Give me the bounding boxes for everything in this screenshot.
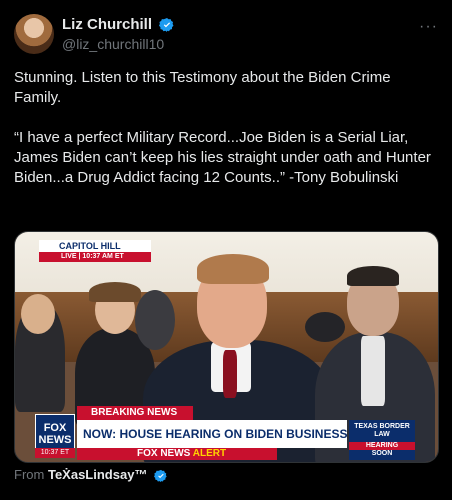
avatar[interactable] xyxy=(14,14,54,54)
attribution: From TeẊasLindsay™ xyxy=(14,467,168,483)
from-label: From xyxy=(14,467,45,482)
handle[interactable]: @liz_churchill10 xyxy=(62,36,175,52)
more-options-icon[interactable]: ··· xyxy=(419,18,438,36)
post-text: Stunning. Listen to this Testimony about… xyxy=(14,68,438,188)
news-lower-third: FOX NEWS 10:37 ET BREAKING NEWS NOW: HOU… xyxy=(15,400,438,462)
fox-time-label: 10:37 ET xyxy=(35,448,75,458)
post-text-line: “I have a perfect Military Record...Joe … xyxy=(14,129,431,186)
side-title: TEXAS BORDER LAW xyxy=(354,423,410,438)
alert-word: ALERT xyxy=(192,448,227,459)
side-hearing: HEARING xyxy=(349,442,415,450)
from-name[interactable]: TeẊasLindsay™ xyxy=(48,467,147,482)
verified-badge-icon xyxy=(159,17,174,32)
display-name[interactable]: Liz Churchill xyxy=(62,16,152,33)
verified-badge-icon xyxy=(154,469,167,482)
capitol-hill-bug: CAPITOL HILL LIVE | 10:37 AM ET xyxy=(39,240,151,262)
headline-banner: NOW: HOUSE HEARING ON BIDEN BUSINESS DEA… xyxy=(77,420,347,448)
live-time-label: LIVE | 10:37 AM ET xyxy=(39,252,151,262)
post-header: Liz Churchill @liz_churchill10 ··· xyxy=(14,14,438,58)
breaking-news-label: BREAKING NEWS xyxy=(77,406,193,420)
capitol-hill-label: CAPITOL HILL xyxy=(39,240,151,252)
author-info: Liz Churchill @liz_churchill10 xyxy=(62,16,175,52)
side-soon: SOON xyxy=(371,450,393,457)
alert-brand: FOX NEWS xyxy=(137,448,191,459)
video-player[interactable]: CAPITOL HILL LIVE | 10:37 AM ET FOX NEWS… xyxy=(14,231,439,463)
post-card[interactable]: Liz Churchill @liz_churchill10 ··· Stunn… xyxy=(0,0,452,500)
side-promo: TEXAS BORDER LAW HEARING SOON xyxy=(349,420,415,460)
post-text-line: Stunning. Listen to this Testimony about… xyxy=(14,69,391,106)
alert-bar: FOX NEWS ALERT xyxy=(77,448,277,460)
